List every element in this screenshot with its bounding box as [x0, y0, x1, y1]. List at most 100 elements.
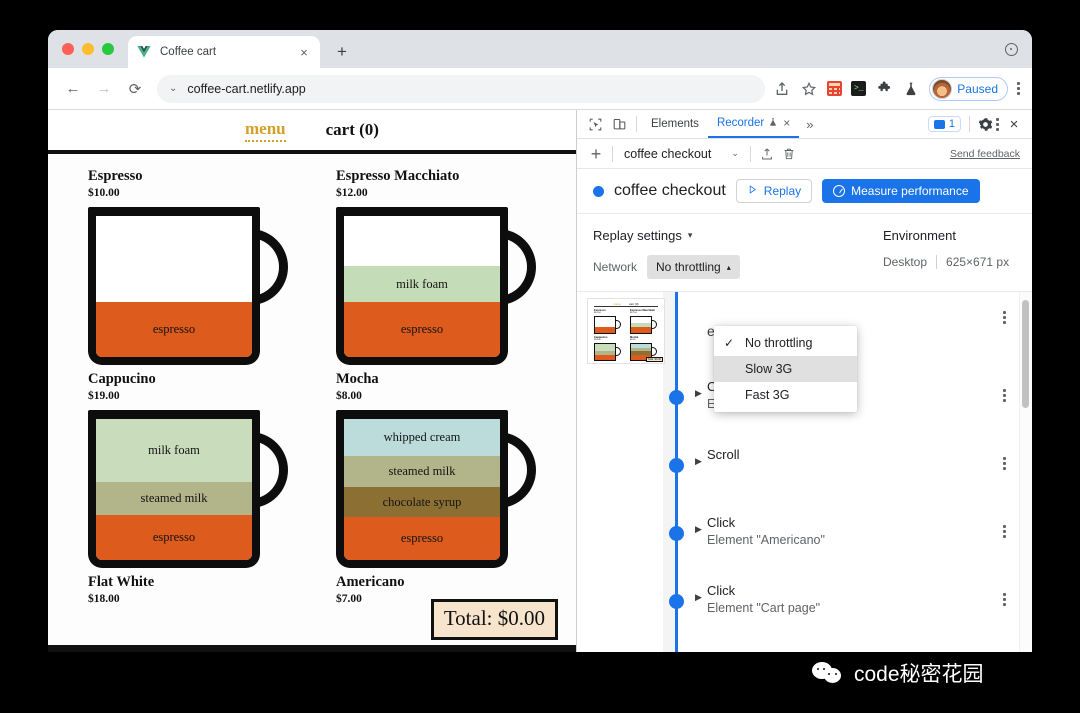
share-icon[interactable] [773, 80, 791, 98]
environment-section: Environment Desktop 625×671 px [883, 228, 1009, 279]
option-label: Slow 3G [745, 362, 793, 376]
tab-elements[interactable]: Elements [642, 110, 708, 138]
puzzle-icon[interactable] [875, 80, 893, 98]
nav-link-cart[interactable]: cart (0) [326, 120, 379, 140]
replay-settings-header[interactable]: Replay settings ▾ [593, 228, 883, 243]
maximize-window-button[interactable] [102, 43, 114, 55]
chevron-right-icon[interactable]: ▶ [695, 388, 702, 399]
browser-window: Coffee cart × + ← → ⟳ ⌄ coffee-cart.netl… [48, 30, 1032, 652]
coffee-item-espresso-macchiato[interactable]: Espresso Macchiato $12.00 milk foam espr… [336, 168, 548, 367]
steps-scrollbar-thumb[interactable] [1022, 300, 1029, 408]
measure-label: Measure performance [851, 184, 969, 198]
divider [749, 145, 751, 162]
replay-button[interactable]: Replay [735, 179, 813, 203]
cup-layer: whipped cream [344, 419, 500, 456]
tab-title: Coffee cart [160, 46, 217, 58]
chevron-right-icon[interactable]: ▶ [695, 592, 702, 603]
screenshot-root: Coffee cart × + ← → ⟳ ⌄ coffee-cart.netl… [0, 0, 1080, 713]
profile-paused-button[interactable]: Paused [929, 76, 1008, 101]
window-settings-icon[interactable] [1005, 43, 1018, 56]
recording-selector[interactable]: coffee checkout ⌄ [618, 147, 745, 161]
cup-layer: chocolate syrup [344, 486, 500, 518]
close-devtools-icon[interactable]: × [1002, 113, 1026, 135]
throttle-option-fast-3g[interactable]: Fast 3G [714, 382, 857, 408]
check-icon: ✓ [724, 336, 735, 350]
step-subtitle: Element "Americano" [707, 533, 825, 547]
mini-nav: menu cart (0) [594, 302, 658, 307]
mini-cup [630, 315, 657, 334]
coffee-item-cappucino[interactable]: Cappucino $19.00 milk foam steamed milk … [88, 371, 300, 570]
step-subtitle: Element "Cart page" [707, 601, 821, 615]
cup-body: whipped cream steamed milk chocolate syr… [336, 410, 508, 568]
throttle-option-no-throttling[interactable]: ✓ No throttling [714, 330, 857, 356]
step-menu-icon[interactable] [1003, 456, 1006, 471]
address-bar[interactable]: ⌄ coffee-cart.netlify.app [157, 74, 765, 103]
terminal-extension-icon[interactable]: >_ [851, 81, 867, 96]
item-name: Cappucino [88, 371, 156, 387]
nav-link-menu[interactable]: menu [245, 119, 286, 142]
mini-layer [595, 343, 615, 351]
cup-layer: espresso [96, 302, 252, 357]
messages-badge[interactable]: 1 [927, 116, 961, 132]
more-tabs-icon[interactable]: » [799, 117, 820, 132]
environment-title: Environment [883, 228, 956, 243]
item-price: $19.00 [88, 390, 120, 402]
browser-tab[interactable]: Coffee cart × [128, 36, 320, 68]
chevron-down-icon: ▾ [687, 230, 693, 240]
devtools-menu-icon[interactable] [996, 116, 999, 132]
step-scroll[interactable]: ▶ Scroll [577, 438, 1032, 506]
chevron-right-icon[interactable]: ▶ [695, 524, 702, 535]
close-window-button[interactable] [62, 43, 74, 55]
throttling-dropdown-menu[interactable]: ✓ No throttling Slow 3G Fast 3G [714, 326, 857, 412]
gear-icon[interactable] [978, 117, 993, 132]
environment-device: Desktop [883, 255, 928, 269]
recording-title: coffee checkout [614, 182, 726, 199]
cup-layer: steamed milk [96, 482, 252, 516]
step-screenshot-thumbnail: menu cart (0) Espresso $10.00 Espresso M… [587, 298, 665, 364]
cart-total[interactable]: Total: $0.00 [430, 599, 558, 640]
extension-red-icon[interactable] [827, 81, 843, 96]
step-click-americano[interactable]: ▶ Click Element "Americano" [577, 506, 1032, 574]
browser-menu-icon[interactable] [1017, 81, 1020, 96]
chevron-right-icon[interactable]: ▶ [695, 456, 702, 467]
step-node [669, 594, 684, 609]
minimize-window-button[interactable] [82, 43, 94, 55]
step-menu-icon[interactable] [1003, 388, 1006, 403]
step-content: Click Element "Cart page" [689, 583, 820, 615]
back-button[interactable]: ← [60, 76, 86, 102]
coffee-item-flat-white[interactable]: Flat White $18.00 [88, 574, 300, 605]
reload-button[interactable]: ⟳ [122, 76, 148, 102]
device-toolbar-icon[interactable] [607, 113, 631, 135]
item-name: Espresso Macchiato [336, 168, 460, 184]
measure-performance-button[interactable]: Measure performance [822, 179, 980, 203]
window-traffic-lights [62, 43, 114, 55]
flask-icon[interactable] [902, 80, 920, 98]
step-menu-icon[interactable] [1003, 524, 1006, 539]
close-icon[interactable]: × [296, 44, 312, 60]
throttling-select[interactable]: No throttling ▴ [647, 255, 740, 279]
mini-item: Espresso $10.00 [594, 309, 622, 334]
step-menu-icon[interactable] [1003, 592, 1006, 607]
item-name: Flat White [88, 574, 155, 590]
mini-nav-cart: cart (0) [629, 302, 639, 306]
add-recording-button[interactable]: + [585, 145, 607, 163]
coffee-item-espresso[interactable]: Espresso $10.00 espresso [88, 168, 300, 367]
step-menu-icon[interactable] [1003, 310, 1006, 325]
mini-item-price: $19.00 [594, 339, 601, 342]
trash-icon[interactable] [778, 144, 800, 164]
mini-handle [616, 319, 621, 329]
cup-layer: steamed milk [344, 455, 500, 487]
paused-label: Paused [957, 81, 998, 96]
step-click-cart-page[interactable]: ▶ Click Element "Cart page" [577, 574, 1032, 642]
send-feedback-link[interactable]: Send feedback [950, 148, 1024, 160]
export-icon[interactable] [756, 144, 778, 164]
inspect-element-icon[interactable] [583, 113, 607, 135]
throttle-option-slow-3g[interactable]: Slow 3G [714, 356, 857, 382]
coffee-item-mocha[interactable]: Mocha $8.00 whipped cream steamed milk c… [336, 371, 548, 570]
message-icon [933, 119, 945, 129]
new-tab-button[interactable]: + [331, 42, 353, 64]
forward-button[interactable]: → [91, 76, 117, 102]
tab-recorder[interactable]: Recorder × [707, 110, 800, 138]
bookmark-star-icon[interactable] [800, 80, 818, 98]
close-icon[interactable]: × [783, 116, 790, 130]
